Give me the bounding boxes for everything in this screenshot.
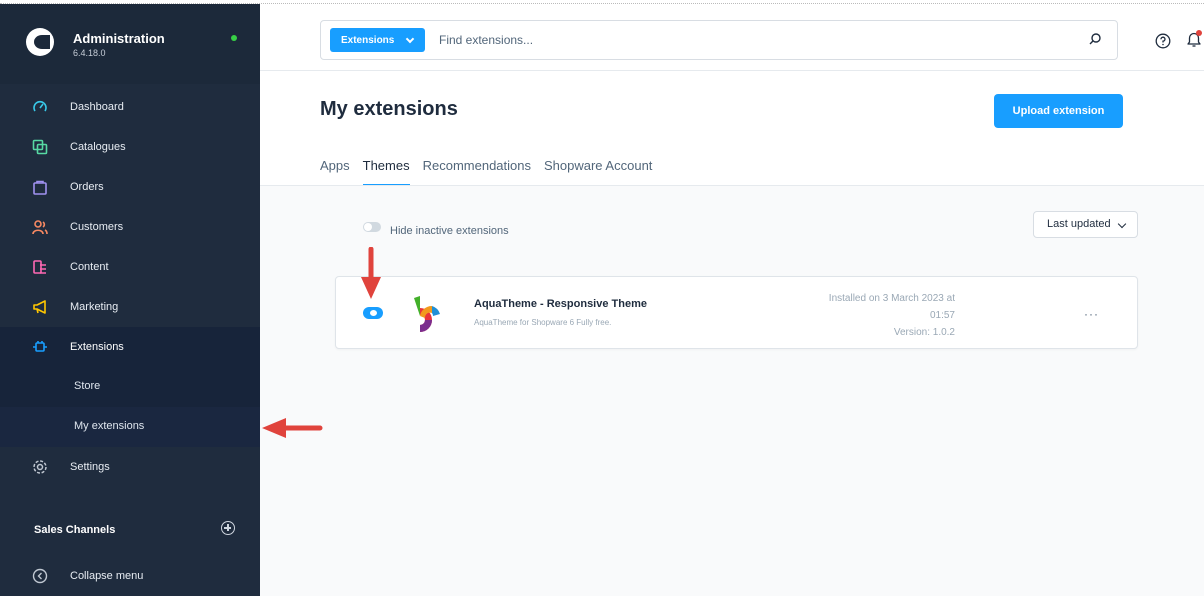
top-header: Extensions bbox=[260, 4, 1204, 71]
sort-select[interactable]: Last updated bbox=[1033, 211, 1138, 238]
customers-icon bbox=[32, 220, 48, 235]
sidebar-item-label: Settings bbox=[70, 461, 110, 473]
extension-name: AquaTheme - Responsive Theme bbox=[474, 298, 647, 310]
sort-select-value: Last updated bbox=[1047, 218, 1111, 230]
sidebar-item-label: Extensions bbox=[70, 341, 124, 353]
app-title: Administration bbox=[73, 31, 165, 46]
dashboard-icon bbox=[33, 100, 47, 112]
aquatheme-logo-icon bbox=[414, 296, 440, 332]
notification-bell-icon[interactable] bbox=[1184, 29, 1204, 49]
annotation-arrow-down-icon bbox=[361, 247, 381, 299]
extension-description: AquaTheme for Shopware 6 Fully free. bbox=[474, 318, 612, 327]
extensions-icon bbox=[33, 341, 47, 352]
sidebar-subitem-label: Store bbox=[74, 380, 101, 392]
add-sales-channel-plus-icon[interactable] bbox=[221, 521, 235, 535]
status-indicator bbox=[231, 35, 237, 41]
sidebar-item-label: Content bbox=[70, 261, 109, 273]
annotation-arrow-left-icon bbox=[262, 418, 323, 438]
help-icon[interactable] bbox=[1155, 33, 1171, 49]
sidebar-item-label: Marketing bbox=[70, 301, 119, 313]
sidebar-item-marketing[interactable]: Marketing bbox=[0, 287, 260, 327]
upload-extension-button[interactable]: Upload extension bbox=[994, 94, 1123, 128]
collapse-menu-button[interactable]: Collapse menu bbox=[0, 556, 260, 596]
installed-date: Installed on 3 March 2023 at bbox=[828, 293, 955, 304]
catalogues-icon bbox=[32, 139, 48, 155]
extension-version: Version: 1.0.2 bbox=[893, 327, 955, 338]
tab-apps[interactable]: Apps bbox=[320, 158, 350, 186]
orders-icon bbox=[33, 180, 47, 195]
page-title: My extensions bbox=[320, 98, 458, 120]
collapse-chevron-left-icon bbox=[32, 568, 48, 584]
context-menu-button[interactable]: ··· bbox=[1084, 307, 1099, 321]
app-version: 6.4.18.0 bbox=[73, 48, 106, 58]
sidebar-subitem-label: My extensions bbox=[74, 420, 145, 432]
search-input[interactable] bbox=[439, 29, 1039, 51]
hide-inactive-toggle[interactable] bbox=[363, 222, 381, 232]
content-icon bbox=[33, 260, 46, 274]
sidebar-subitem-store[interactable]: Store bbox=[0, 367, 260, 407]
search-type-label: Extensions bbox=[341, 34, 395, 46]
sidebar-item-label: Dashboard bbox=[70, 101, 124, 113]
extension-active-toggle[interactable] bbox=[363, 307, 383, 319]
extension-tabs: Apps Themes Recommendations Shopware Acc… bbox=[320, 158, 665, 186]
shopware-logo-icon[interactable] bbox=[26, 28, 54, 56]
sales-channels-heading: Sales Channels bbox=[34, 524, 116, 536]
sidebar-item-dashboard[interactable]: Dashboard bbox=[0, 87, 260, 127]
tab-shopware-account[interactable]: Shopware Account bbox=[544, 158, 652, 186]
hide-inactive-label: Hide inactive extensions bbox=[390, 225, 509, 237]
sidebar-item-extensions[interactable]: Extensions bbox=[0, 327, 260, 367]
tab-recommendations[interactable]: Recommendations bbox=[423, 158, 531, 186]
sidebar-item-content[interactable]: Content bbox=[0, 247, 260, 287]
extension-install-info: Installed on 3 March 2023 at 01:57 Versi… bbox=[775, 290, 955, 341]
sidebar-item-catalogues[interactable]: Catalogues bbox=[0, 127, 260, 167]
settings-icon bbox=[33, 460, 47, 474]
main-content: My extensions Upload extension Apps Them… bbox=[260, 71, 1204, 596]
collapse-menu-label: Collapse menu bbox=[70, 570, 144, 582]
brand-header: Administration 6.4.18.0 bbox=[0, 4, 260, 84]
tab-themes[interactable]: Themes bbox=[362, 158, 410, 186]
sidebar-item-label: Customers bbox=[70, 221, 124, 233]
marketing-icon bbox=[33, 300, 46, 314]
extension-list-area: Hide inactive extensions Last updated Aq… bbox=[260, 185, 1204, 596]
chevron-down-icon bbox=[1117, 219, 1127, 229]
sidebar-item-settings[interactable]: Settings bbox=[0, 447, 260, 487]
extension-card: AquaTheme - Responsive Theme AquaTheme f… bbox=[335, 276, 1138, 349]
search-type-dropdown[interactable]: Extensions bbox=[330, 28, 425, 52]
chevron-down-icon bbox=[405, 34, 415, 44]
sidebar-item-label: Catalogues bbox=[70, 141, 126, 153]
search-icon[interactable] bbox=[1089, 33, 1101, 45]
sidebar-item-customers[interactable]: Customers bbox=[0, 207, 260, 247]
installed-time: 01:57 bbox=[929, 310, 955, 321]
sidebar-subitem-my-extensions[interactable]: My extensions bbox=[0, 407, 260, 447]
sidebar: Administration 6.4.18.0 Dashboard Catalo… bbox=[0, 4, 260, 596]
sidebar-item-orders[interactable]: Orders bbox=[0, 167, 260, 207]
sidebar-item-label: Orders bbox=[70, 181, 104, 193]
app-root: Administration 6.4.18.0 Dashboard Catalo… bbox=[0, 0, 1204, 596]
global-search: Extensions bbox=[320, 20, 1118, 60]
